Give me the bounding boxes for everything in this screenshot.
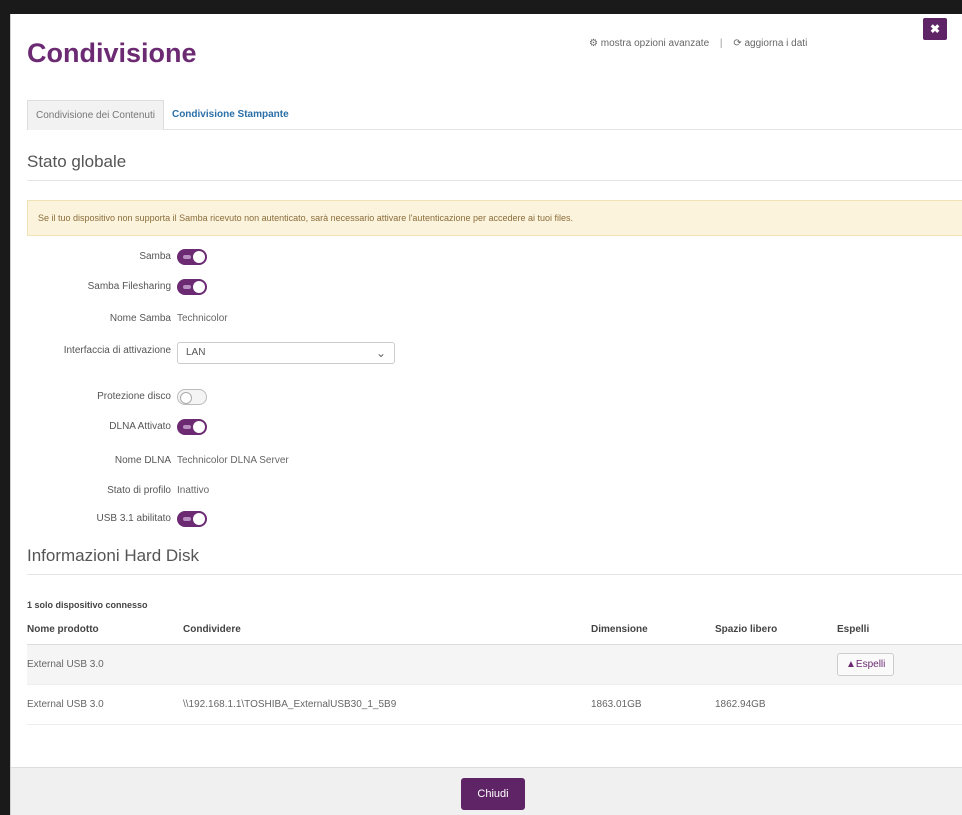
divider — [27, 574, 962, 575]
advanced-options-link[interactable]: ⚙ mostra opzioni avanzate — [589, 38, 709, 49]
interface-label: Interfaccia di attivazione — [63, 345, 171, 356]
close-button[interactable]: Chiudi — [461, 778, 525, 810]
dlna-name-label: Nome DLNA — [114, 455, 171, 466]
disk-protection-toggle[interactable] — [177, 389, 207, 405]
table-cell: External USB 3.0 — [27, 644, 183, 685]
usb-row: USB 3.1 abilitato — [11, 510, 611, 530]
tab-bar: Condivisione dei Contenuti Condivisione … — [27, 100, 962, 130]
harddisk-info-title: Informazioni Hard Disk — [27, 546, 199, 565]
table-cell: 1862.94GB — [715, 684, 837, 725]
profile-state-row: Stato di profilo Inattivo — [11, 482, 611, 502]
interface-select[interactable]: LAN ⌄ — [177, 342, 395, 364]
tab-printer-sharing[interactable]: Condivisione Stampante — [164, 100, 297, 130]
profile-state-label: Stato di profilo — [107, 485, 171, 496]
device-count: 1 solo dispositivo connesso — [27, 600, 148, 610]
samba-filesharing-row: Samba Filesharing — [11, 278, 611, 298]
dlna-label: DLNA Attivato — [109, 421, 171, 432]
chevron-down-icon: ⌄ — [375, 346, 386, 360]
dlna-row: DLNA Attivato — [11, 418, 611, 438]
eject-button[interactable]: ▲Espelli — [837, 652, 895, 676]
column-header: Espelli — [837, 616, 962, 645]
samba-toggle[interactable] — [177, 249, 207, 265]
table-row: External USB 3.0 \\192.168.1.1\TOSHIBA_E… — [27, 684, 962, 725]
tab-content-sharing[interactable]: Condivisione dei Contenuti — [27, 100, 164, 130]
table-row: External USB 3.0 ▲Espelli — [27, 644, 962, 685]
harddisk-table: Nome prodotto Condividere Dimensione Spa… — [27, 616, 962, 725]
table-cell: ▲Espelli — [837, 644, 962, 685]
refresh-data-link[interactable]: ⟳ aggiorna i dati — [733, 38, 807, 49]
dlna-name-value: Technicolor DLNA Server — [177, 455, 289, 466]
page-title: Condivisione — [27, 38, 197, 68]
global-status-title: Stato globale — [27, 152, 127, 171]
table-cell: External USB 3.0 — [27, 684, 183, 725]
sharing-dialog: Condivisione ⚙ mostra opzioni avanzate |… — [10, 14, 962, 815]
interface-select-value: LAN — [186, 347, 206, 358]
samba-filesharing-label: Samba Filesharing — [87, 281, 171, 292]
profile-state-value: Inattivo — [177, 485, 210, 496]
dlna-name-row: Nome DLNA Technicolor DLNA Server — [11, 452, 611, 472]
table-cell — [183, 644, 591, 685]
dlna-toggle[interactable] — [177, 419, 207, 435]
table-cell: \\192.168.1.1\TOSHIBA_ExternalUSB30_1_5B… — [183, 684, 591, 725]
header-separator: | — [719, 38, 723, 49]
table-cell — [715, 644, 837, 685]
samba-name-label: Nome Samba — [109, 313, 171, 324]
dialog-header: Condivisione ⚙ mostra opzioni avanzate |… — [11, 14, 962, 94]
column-header: Nome prodotto — [27, 616, 183, 645]
samba-filesharing-toggle[interactable] — [177, 279, 207, 295]
disk-protection-row: Protezione disco — [11, 388, 611, 408]
close-icon[interactable]: ✖ — [923, 18, 947, 40]
interface-row: Interfaccia di attivazione LAN ⌄ — [11, 342, 611, 374]
table-cell: 1863.01GB — [591, 684, 715, 725]
column-header: Condividere — [183, 616, 591, 645]
column-header: Spazio libero — [715, 616, 837, 645]
usb-toggle[interactable] — [177, 511, 207, 527]
usb-label: USB 3.1 abilitato — [96, 513, 172, 524]
samba-label: Samba — [139, 251, 171, 262]
table-header-row: Nome prodotto Condividere Dimensione Spa… — [27, 616, 962, 645]
samba-row: Samba — [11, 248, 611, 268]
table-cell — [837, 684, 962, 725]
warning-banner: Se il tuo dispositivo non supporta il Sa… — [27, 200, 962, 236]
header-links: ⚙ mostra opzioni avanzate | ⟳ aggiorna i… — [589, 38, 807, 49]
samba-name-row: Nome Samba Technicolor — [11, 310, 611, 330]
divider — [27, 180, 962, 181]
column-header: Dimensione — [591, 616, 715, 645]
table-cell — [591, 644, 715, 685]
dialog-footer: Chiudi — [11, 767, 962, 815]
disk-protection-label: Protezione disco — [97, 391, 171, 402]
samba-name-value: Technicolor — [177, 313, 228, 324]
